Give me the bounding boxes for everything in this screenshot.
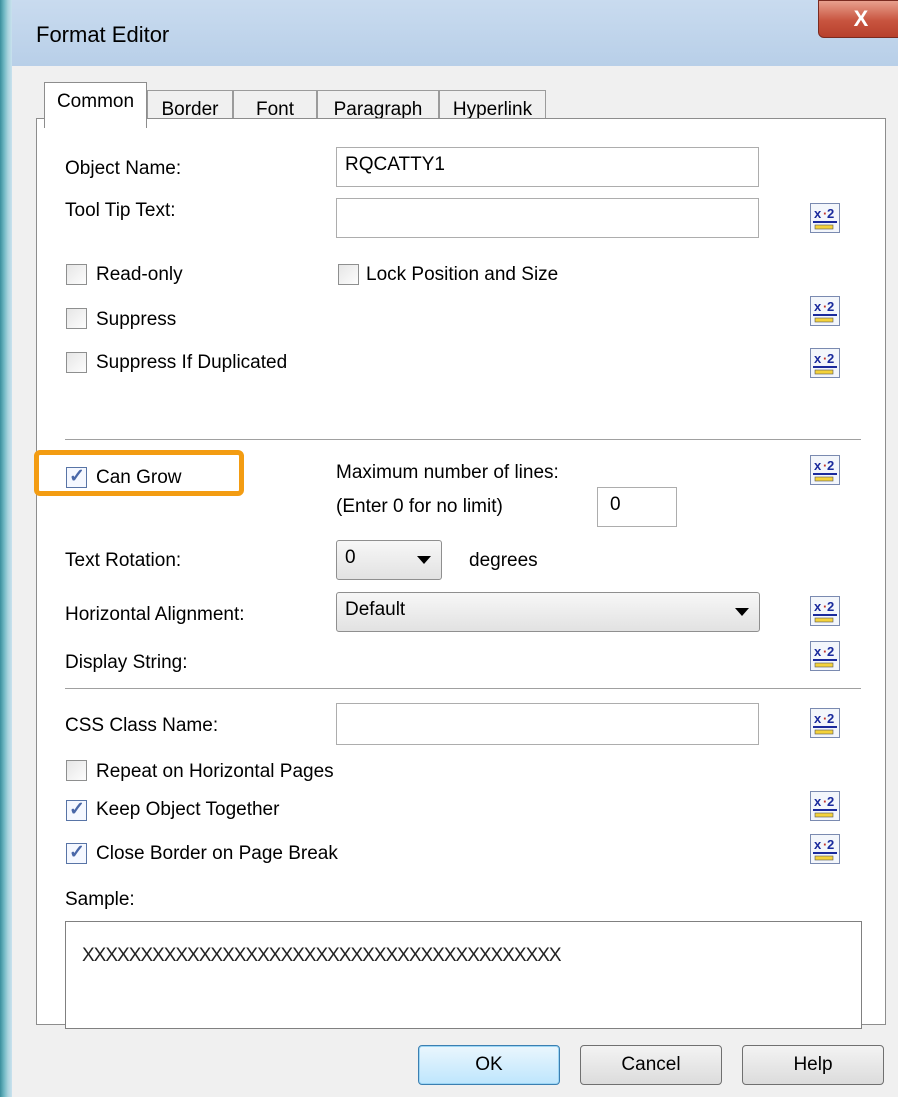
svg-text:2: 2 [827,794,834,809]
read-only-checkbox[interactable] [66,264,87,285]
svg-text:2: 2 [827,206,834,221]
css-class-input[interactable] [336,703,759,745]
svg-text:2: 2 [827,837,834,852]
formula-x2-icon[interactable]: x · 2 [810,296,840,326]
text-rotation-value: 0 [345,547,356,568]
suppress-duplicated-checkbox[interactable] [66,352,87,373]
background-window-edge [0,0,12,1097]
suppress-checkbox[interactable] [66,308,87,329]
text-rotation-select[interactable]: 0 [336,540,442,580]
tool-tip-input[interactable] [336,198,759,238]
tab-common[interactable]: Common [44,82,147,128]
lock-position-checkbox[interactable] [338,264,359,285]
chevron-down-icon [735,608,749,616]
repeat-horizontal-checkbox[interactable] [66,760,87,781]
max-lines-label: Maximum number of lines: [336,462,559,483]
formula-x2-icon[interactable]: x · 2 [810,641,840,671]
formula-x2-icon[interactable]: x · 2 [810,834,840,864]
svg-text:x: x [814,206,822,221]
read-only-label: Read-only [96,264,183,285]
help-button[interactable]: Help [742,1045,884,1085]
svg-text:x: x [814,599,822,614]
tool-tip-label: Tool Tip Text: [65,200,176,221]
svg-text:x: x [814,644,822,659]
keep-together-checkbox[interactable] [66,798,87,821]
formula-x2-icon[interactable]: x · 2 [810,708,840,738]
keep-together-label: Keep Object Together [96,799,280,820]
svg-text:2: 2 [827,711,834,726]
svg-text:2: 2 [827,458,834,473]
object-name-label: Object Name: [65,158,182,179]
display-string-label: Display String: [65,652,188,673]
svg-text:2: 2 [827,644,834,659]
object-name-input[interactable]: RQCATTY1 [336,147,759,187]
chevron-down-icon [417,556,431,564]
text-rotation-label: Text Rotation: [65,550,182,571]
text-rotation-unit: degrees [469,550,538,571]
suppress-duplicated-label: Suppress If Duplicated [96,352,288,373]
can-grow-checkbox[interactable] [66,465,87,488]
suppress-label: Suppress [96,309,177,330]
close-border-checkbox[interactable] [66,841,87,864]
max-lines-hint: (Enter 0 for no limit) [336,496,503,517]
formula-x2-icon[interactable]: x · 2 [810,791,840,821]
lock-position-label: Lock Position and Size [366,264,559,285]
svg-text:x: x [814,794,822,809]
section-divider [65,439,861,441]
close-border-label: Close Border on Page Break [96,843,338,864]
svg-text:x: x [814,711,822,726]
horizontal-alignment-select[interactable]: Default [336,592,760,632]
formula-x2-icon[interactable]: x · 2 [810,203,840,233]
window-title: Format Editor [36,22,170,47]
formula-x2-icon[interactable]: x · 2 [810,596,840,626]
sample-label: Sample: [65,889,135,910]
horizontal-alignment-value: Default [345,599,406,620]
svg-text:x: x [814,351,822,366]
horizontal-alignment-label: Horizontal Alignment: [65,604,245,625]
can-grow-label: Can Grow [96,467,182,488]
svg-text:2: 2 [827,599,834,614]
section-divider [65,688,861,690]
sample-preview: XXXXXXXXXXXXXXXXXXXXXXXXXXXXXXXXXXXXXXXX… [65,921,862,1029]
title-bar: Format Editor X [12,0,898,66]
close-button[interactable]: X [818,0,898,38]
repeat-horizontal-label: Repeat on Horizontal Pages [96,761,334,782]
svg-text:x: x [814,458,822,473]
css-class-label: CSS Class Name: [65,715,219,736]
cancel-button[interactable]: Cancel [580,1045,722,1085]
svg-text:x: x [814,837,822,852]
formula-x2-icon[interactable]: x · 2 [810,348,840,378]
svg-text:x: x [814,299,822,314]
formula-x2-icon[interactable]: x · 2 [810,455,840,485]
max-lines-input[interactable]: 0 [597,487,677,527]
svg-text:2: 2 [827,351,834,366]
sample-text: XXXXXXXXXXXXXXXXXXXXXXXXXXXXXXXXXXXXXXXX… [82,945,562,966]
svg-text:2: 2 [827,299,834,314]
ok-button[interactable]: OK [418,1045,560,1085]
